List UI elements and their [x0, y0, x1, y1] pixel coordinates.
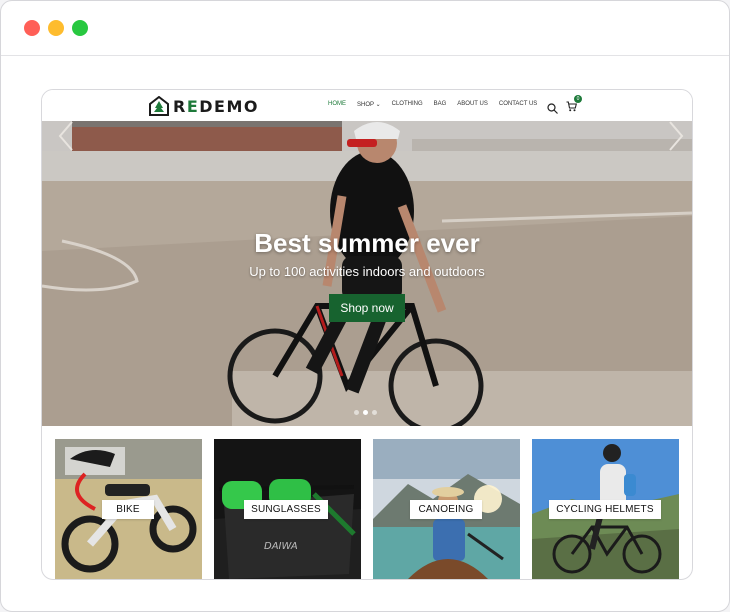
slider-dot-active[interactable] [363, 410, 368, 415]
category-card-sunglasses[interactable]: DAIWA SUNGLASSES [214, 439, 361, 579]
category-label-sunglasses: SUNGLASSES [244, 500, 328, 519]
chevron-down-icon: ⌄ [375, 102, 381, 108]
nav-about-us[interactable]: ABOUT US [457, 101, 488, 108]
category-label-bike: BIKE [102, 500, 154, 519]
svg-text:DAIWA: DAIWA [264, 541, 298, 552]
shop-now-button[interactable]: Shop now [329, 294, 405, 322]
nav-home[interactable]: HOME [328, 101, 346, 108]
website-frame: REDEMO HOME SHOP ⌄ CLOTHING BAG ABOUT US… [41, 89, 693, 580]
search-icon[interactable] [547, 102, 558, 114]
nav-bag[interactable]: BAG [434, 101, 447, 108]
slider-dot[interactable] [372, 410, 377, 415]
hero-slider: Best summer ever Up to 100 activities in… [42, 121, 692, 426]
site-logo[interactable]: REDEMO [149, 95, 259, 117]
category-card-bike[interactable]: BIKE [55, 439, 202, 579]
cart-button[interactable]: 0 [566, 95, 582, 117]
category-label-cycling-helmets: CYCLING HELMETS [549, 500, 661, 519]
tree-logo-icon [149, 96, 169, 116]
slider-prev-arrow-icon[interactable] [58, 121, 74, 151]
nav-contact-us[interactable]: CONTACT US [499, 101, 537, 108]
nav-shop[interactable]: SHOP ⌄ [357, 101, 381, 108]
close-window-button[interactable] [24, 20, 40, 36]
hero-title: Best summer ever [254, 228, 480, 258]
main-navigation: HOME SHOP ⌄ CLOTHING BAG ABOUT US CONTAC… [328, 101, 537, 108]
cart-count-badge: 0 [574, 95, 582, 103]
site-header: REDEMO HOME SHOP ⌄ CLOTHING BAG ABOUT US… [42, 90, 692, 121]
browser-window: REDEMO HOME SHOP ⌄ CLOTHING BAG ABOUT US… [0, 0, 730, 612]
window-titlebar [1, 1, 729, 56]
slider-pagination [354, 410, 377, 415]
category-card-canoeing[interactable]: CANOEING [373, 439, 520, 579]
category-card-cycling-helmets[interactable]: CYCLING HELMETS [532, 439, 679, 579]
nav-shop-label: SHOP [357, 102, 374, 108]
logo-wordmark: REDEMO [173, 96, 259, 116]
nav-clothing[interactable]: CLOTHING [392, 101, 423, 108]
zoom-window-button[interactable] [72, 20, 88, 36]
hero-subtitle: Up to 100 activities indoors and outdoor… [249, 264, 485, 279]
header-actions: 0 [547, 95, 582, 117]
minimize-window-button[interactable] [48, 20, 64, 36]
slider-next-arrow-icon[interactable] [668, 121, 684, 151]
category-label-canoeing: CANOEING [410, 500, 482, 519]
slider-dot[interactable] [354, 410, 359, 415]
